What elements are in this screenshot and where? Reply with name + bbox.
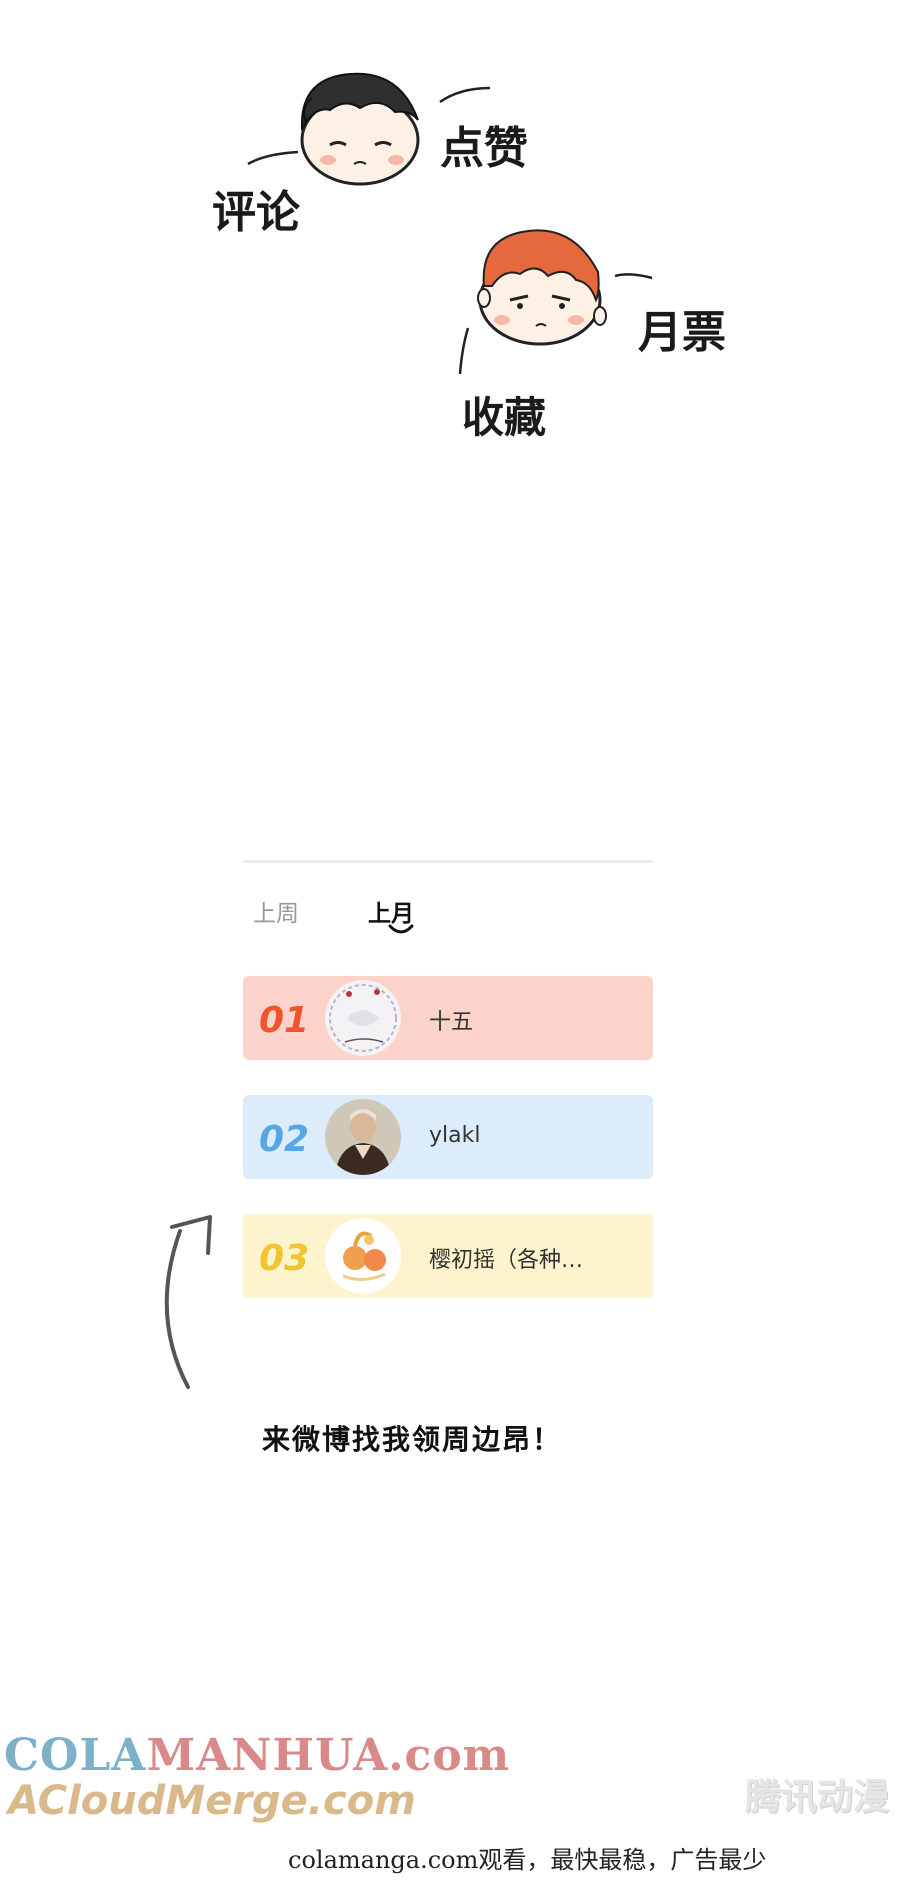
- footer-note: colamanga.com观看，最快最稳，广告最少: [288, 1846, 767, 1874]
- tab-active-indicator: [388, 924, 414, 934]
- tencent-comic-watermark: 腾讯动漫: [745, 1777, 890, 1818]
- curved-arrow-icon: [164, 1215, 212, 1389]
- collect-label: 收藏: [462, 393, 547, 442]
- panel-divider: [243, 860, 653, 863]
- rank-number: 02: [259, 1119, 310, 1160]
- watermark-part-1: COLA: [4, 1730, 147, 1781]
- avatar: [325, 1099, 401, 1175]
- like-label: 点赞: [440, 123, 528, 174]
- ranking-row[interactable]: 01 十五: [243, 976, 653, 1060]
- weibo-caption: 来微博找我领周边昂！: [262, 1423, 563, 1456]
- chibi-illustration: [247, 72, 653, 375]
- user-name: ylakl: [429, 1123, 481, 1148]
- rank-number: 01: [259, 1000, 310, 1041]
- user-name: 樱初摇（各种…: [429, 1248, 584, 1273]
- avatar: [325, 980, 401, 1056]
- ranking-row[interactable]: 03 樱初摇（各种…: [243, 1214, 653, 1298]
- black-hair-chibi-head: [300, 72, 420, 186]
- red-hair-chibi-head: [477, 229, 607, 346]
- rank-number: 03: [259, 1238, 310, 1279]
- tab-last-month[interactable]: 上月: [368, 894, 414, 928]
- fan-ranking-panel: 上周 上月 01 十五 02 ylakl 03 樱初摇（各种…: [243, 860, 653, 1300]
- avatar: [325, 1218, 401, 1294]
- monthly-ticket-label: 月票: [638, 307, 726, 358]
- user-name: 十五: [429, 1010, 474, 1035]
- tab-last-week[interactable]: 上周: [253, 894, 299, 928]
- colamanhua-watermark: COLAMANHUA.com: [4, 1730, 510, 1781]
- watermark-part-2: MANHUA.com: [146, 1730, 511, 1781]
- comment-label: 评论: [212, 187, 300, 238]
- acloudmerge-watermark: ACloudMerge.com: [8, 1778, 416, 1824]
- ranking-row[interactable]: 02 ylakl: [243, 1095, 653, 1179]
